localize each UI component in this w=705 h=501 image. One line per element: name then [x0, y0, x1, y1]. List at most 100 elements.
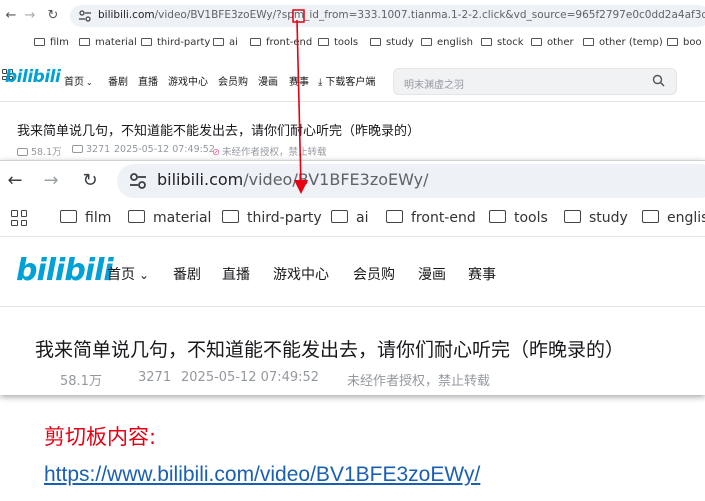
bookmark-material[interactable]: material	[79, 37, 137, 48]
view-count: 58.1万	[17, 144, 62, 158]
top-browser-window: ← → ↻ bilibili.com/video/BV1BFE3zoEWy/?s…	[0, 0, 705, 160]
bookmark-label: material	[95, 37, 137, 48]
nav-game-center[interactable]: 游戏中心	[168, 73, 208, 88]
bookmark-front-end[interactable]: front-end	[386, 210, 476, 226]
folder-icon	[141, 38, 152, 46]
nav-live[interactable]: 直播	[138, 73, 158, 88]
danmaku-count-value: 3271	[86, 144, 111, 155]
bookmark-label: material	[153, 210, 212, 226]
forward-arrow-icon[interactable]: →	[40, 170, 62, 192]
folder-icon	[318, 38, 329, 46]
copyright-text: 未经作者授权，禁止转载	[221, 147, 327, 158]
no-repost-icon: ⊘	[212, 147, 220, 158]
bookmark-film[interactable]: film	[34, 37, 69, 48]
nav-anime[interactable]: 番剧	[108, 73, 128, 88]
folder-icon	[79, 38, 90, 46]
view-count-value: 58.1万	[31, 147, 62, 158]
bookmark-label: boo	[683, 37, 702, 48]
bookmark-third-party[interactable]: third-party	[222, 210, 322, 226]
back-arrow-icon[interactable]: ←	[3, 8, 19, 24]
bookmark-label: front-end	[266, 37, 313, 48]
bookmark-other[interactable]: other	[531, 37, 574, 48]
folder-icon	[386, 210, 403, 223]
play-count-icon	[17, 148, 28, 156]
bilibili-logo[interactable]: bilibili	[5, 67, 61, 87]
nav-label: 首页	[64, 77, 84, 88]
bookmark-front-end[interactable]: front-end	[250, 37, 312, 48]
folder-icon	[564, 210, 581, 223]
bookmark-label: english	[437, 37, 473, 48]
folder-icon	[60, 210, 77, 223]
bookmark-label: stock	[497, 37, 524, 48]
back-arrow-icon[interactable]: ←	[4, 170, 26, 192]
nav-esports[interactable]: 赛事	[468, 264, 496, 284]
clipboard-url-link[interactable]: https://www.bilibili.com/video/BV1BFE3zo…	[44, 463, 480, 487]
video-title: 我来简单说几句，不知道能不能发出去，请你们耐心听完（昨晚录的）	[17, 124, 421, 139]
url-text[interactable]: bilibili.com/video/BV1BFE3zoEWy/	[157, 170, 429, 189]
folder-icon	[531, 38, 542, 46]
bookmark-label: film	[50, 37, 69, 48]
url-path: /video/BV1BFE3zoEWy/	[243, 170, 429, 189]
folder-icon	[583, 38, 594, 46]
bookmark-study[interactable]: study	[564, 210, 628, 226]
bookmark-label: other	[547, 37, 574, 48]
danmaku-icon	[72, 145, 83, 153]
bookmark-other-temp[interactable]: other (temp)	[583, 37, 663, 48]
nav-manga[interactable]: 漫画	[418, 264, 446, 284]
bookmark-label: tools	[514, 210, 548, 226]
search-input[interactable]: 明末渊虚之羽	[393, 68, 677, 95]
nav-home[interactable]: 首页 ⌄	[107, 264, 149, 284]
nav-mall[interactable]: 会员购	[218, 73, 248, 88]
reload-icon[interactable]: ↻	[45, 8, 61, 24]
nav-manga[interactable]: 漫画	[258, 73, 278, 88]
bookmark-label: study	[589, 210, 628, 226]
bilibili-logo[interactable]: bilibili	[16, 253, 114, 288]
bookmark-third-party[interactable]: third-party	[141, 37, 210, 48]
bookmarks-bar-zoomed: film material third-party ai front-end t…	[0, 201, 705, 237]
nav-game-center[interactable]: 游戏中心	[273, 264, 329, 284]
address-bar-row: ← → ↻ bilibili.com/video/BV1BFE3zoEWy/?s…	[0, 0, 705, 32]
clipboard-label: 剪切板内容:	[44, 425, 157, 449]
bookmark-boo[interactable]: boo	[667, 37, 702, 48]
bookmark-english[interactable]: english	[421, 37, 473, 48]
bookmark-label: other (temp)	[599, 37, 663, 48]
copyright-notice: ⊘ 未经作者授权，禁止转载	[212, 144, 326, 158]
publish-date: 2025-05-12 07:49:52	[181, 370, 320, 385]
site-settings-icon[interactable]	[78, 9, 92, 23]
bilibili-header-zoomed: bilibili 首页 ⌄ 番剧 直播 游戏中心 会员购 漫画 赛事	[0, 237, 705, 307]
bookmark-stock[interactable]: stock	[481, 37, 524, 48]
nav-label: 首页	[107, 267, 135, 283]
publish-date: 2025-05-12 07:49:52	[114, 144, 215, 155]
bookmark-label: third-party	[247, 210, 322, 226]
bookmark-tools[interactable]: tools	[489, 210, 548, 226]
nav-anime[interactable]: 番剧	[173, 264, 201, 284]
bookmark-ai[interactable]: ai	[213, 37, 238, 48]
folder-icon	[642, 210, 659, 223]
bookmark-film[interactable]: film	[60, 210, 111, 226]
nav-download-client[interactable]: ⤓ 下载客户端	[318, 73, 375, 88]
folder-icon	[213, 38, 224, 46]
bookmark-english[interactable]: english	[642, 210, 705, 226]
nav-live[interactable]: 直播	[222, 264, 250, 284]
folder-icon	[489, 210, 506, 223]
nav-home[interactable]: 首页 ⌄	[64, 73, 93, 88]
folder-icon	[370, 38, 381, 46]
site-settings-icon[interactable]	[128, 171, 148, 191]
search-placeholder: 明末渊虚之羽	[404, 80, 464, 91]
forward-arrow-icon[interactable]: →	[22, 8, 38, 24]
bookmark-label: tools	[334, 37, 359, 48]
url-text[interactable]: bilibili.com/video/BV1BFE3zoEWy/?spm_id_…	[98, 9, 705, 21]
url-host: bilibili.com	[157, 170, 244, 189]
folder-icon	[34, 38, 45, 46]
bookmark-tools[interactable]: tools	[318, 37, 358, 48]
bookmark-material[interactable]: material	[128, 210, 211, 226]
copyright-notice: 未经作者授权，禁止转载	[347, 374, 491, 389]
nav-mall[interactable]: 会员购	[353, 264, 395, 284]
folder-icon	[250, 38, 261, 46]
nav-esports[interactable]: 赛事	[289, 73, 309, 88]
bookmark-study[interactable]: study	[370, 37, 414, 48]
search-icon[interactable]	[652, 74, 665, 87]
apps-grid-icon[interactable]	[11, 210, 27, 226]
bookmark-ai[interactable]: ai	[331, 210, 368, 226]
reload-icon[interactable]: ↻	[79, 170, 101, 192]
